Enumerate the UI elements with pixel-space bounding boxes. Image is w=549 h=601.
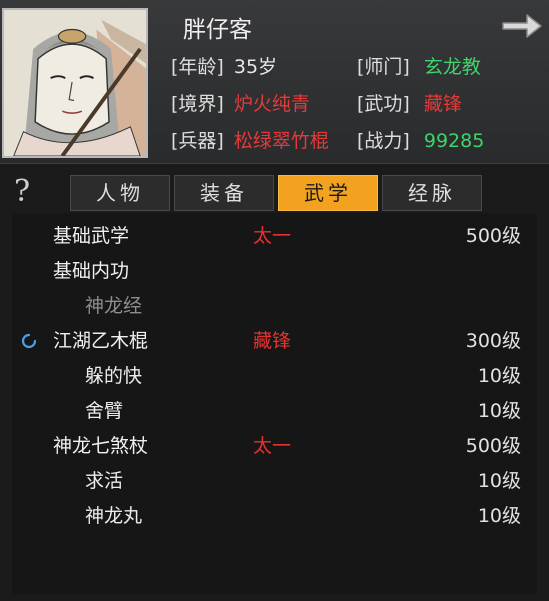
skill-school: 藏锋 bbox=[253, 330, 292, 352]
skill-name: 舍臂 bbox=[85, 400, 124, 422]
power-value: 99285 bbox=[423, 130, 485, 152]
skill-level: 10级 bbox=[477, 365, 521, 387]
martial-label: [武功] bbox=[357, 93, 410, 115]
tab-meridians[interactable]: 经脉 bbox=[382, 175, 482, 211]
skill-row[interactable]: 神龙七煞杖 太一 500级 bbox=[12, 429, 537, 463]
loading-spinner-icon bbox=[21, 333, 37, 349]
character-name: 胖仔客 bbox=[183, 17, 252, 43]
skill-row[interactable]: 基础内功 bbox=[12, 254, 537, 288]
tab-martial-arts[interactable]: 武学 bbox=[278, 175, 378, 211]
weapon-row: [兵器] 松绿翠竹棍 bbox=[171, 126, 329, 153]
skill-name: 神龙经 bbox=[85, 295, 143, 317]
skill-row[interactable]: 神龙经 bbox=[12, 289, 537, 323]
skill-name: 江湖乙木棍 bbox=[53, 330, 149, 352]
skill-school: 太一 bbox=[253, 225, 292, 247]
skill-level: 500级 bbox=[465, 225, 521, 247]
skill-name: 求活 bbox=[85, 470, 124, 492]
skill-name: 基础武学 bbox=[53, 225, 130, 247]
character-portrait bbox=[2, 8, 148, 158]
skill-name: 躲的快 bbox=[85, 365, 143, 387]
realm-row: [境界] 炉火纯青 bbox=[171, 89, 310, 116]
sect-value: 玄龙教 bbox=[423, 56, 481, 78]
power-row: [战力] 99285 bbox=[357, 126, 484, 153]
skill-row[interactable]: 神龙丸 10级 bbox=[12, 499, 537, 533]
age-value: 35岁 bbox=[233, 56, 278, 78]
realm-label: [境界] bbox=[171, 93, 224, 115]
weapon-label: [兵器] bbox=[171, 130, 224, 152]
tab-bar: 人物 装备 武学 经脉 bbox=[70, 175, 482, 211]
skill-level: 10级 bbox=[477, 505, 521, 527]
skill-level: 500级 bbox=[465, 435, 521, 457]
sect-row: [师门] 玄龙教 bbox=[357, 52, 481, 79]
skill-level: 300级 bbox=[465, 330, 521, 352]
skill-row[interactable]: 基础武学 太一 500级 bbox=[12, 219, 537, 253]
skill-row[interactable]: 江湖乙木棍 藏锋 300级 bbox=[12, 324, 537, 358]
martial-value: 藏锋 bbox=[423, 93, 462, 115]
question-mark-icon[interactable]: ? bbox=[14, 174, 30, 209]
portrait-illustration bbox=[4, 10, 146, 156]
character-header: 胖仔客 [年龄] 35岁 [师门] 玄龙教 [境界] 炉火纯青 [武功] 藏锋 … bbox=[0, 0, 549, 164]
skill-row[interactable]: 躲的快 10级 bbox=[12, 359, 537, 393]
age-label: [年龄] bbox=[171, 56, 224, 78]
tab-equipment[interactable]: 装备 bbox=[174, 175, 274, 211]
weapon-value: 松绿翠竹棍 bbox=[233, 130, 329, 152]
skill-level: 10级 bbox=[477, 470, 521, 492]
skill-name: 基础内功 bbox=[53, 260, 130, 282]
martial-row: [武功] 藏锋 bbox=[357, 89, 462, 116]
skill-name: 神龙七煞杖 bbox=[53, 435, 149, 457]
skill-list: 基础武学 太一 500级 基础内功 神龙经 江湖乙木棍 藏锋 300级 躲的快 … bbox=[12, 213, 537, 595]
power-label: [战力] bbox=[357, 130, 410, 152]
age-row: [年龄] 35岁 bbox=[171, 52, 277, 79]
skill-row[interactable]: 求活 10级 bbox=[12, 464, 537, 498]
skill-row[interactable]: 舍臂 10级 bbox=[12, 394, 537, 428]
sect-label: [师门] bbox=[357, 56, 410, 78]
right-arrow-icon[interactable] bbox=[500, 10, 544, 42]
tab-character[interactable]: 人物 bbox=[70, 175, 170, 211]
skill-school: 太一 bbox=[253, 435, 292, 457]
skill-name: 神龙丸 bbox=[85, 505, 143, 527]
skill-level: 10级 bbox=[477, 400, 521, 422]
realm-value: 炉火纯青 bbox=[233, 93, 310, 115]
